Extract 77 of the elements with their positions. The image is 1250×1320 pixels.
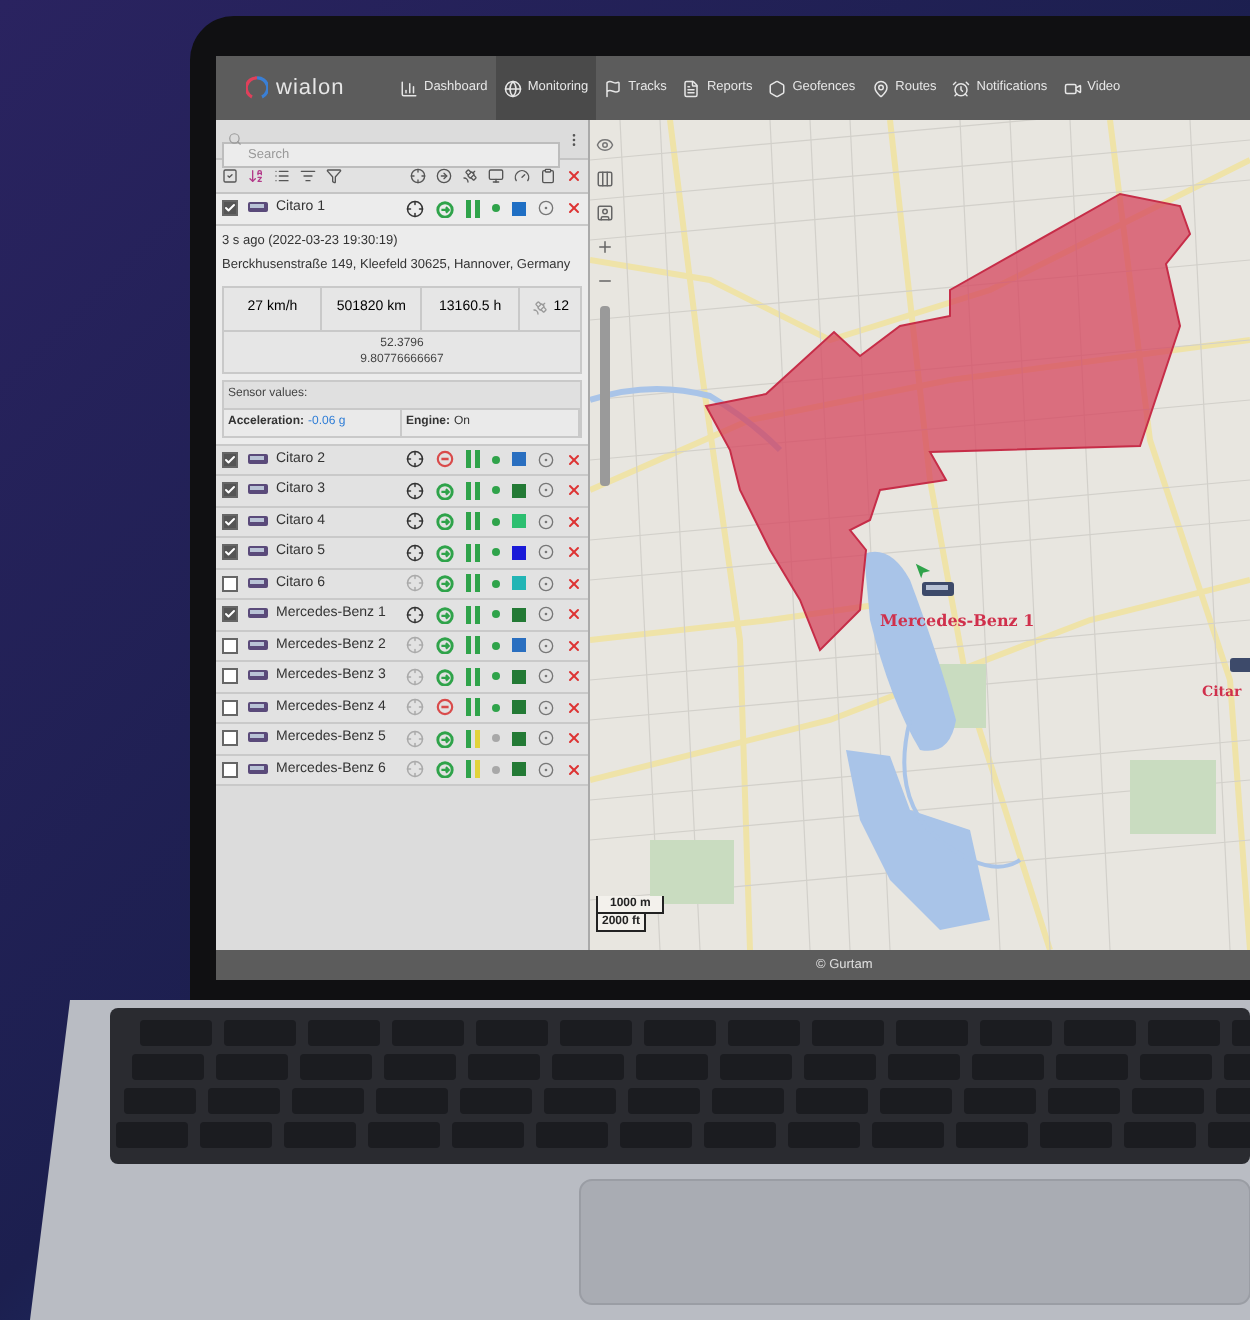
unit-color-swatch[interactable]	[512, 514, 526, 529]
logo-text: wialon	[276, 73, 345, 104]
locate-icon[interactable]	[406, 199, 424, 218]
pin-icon	[871, 79, 890, 97]
unit-color-swatch[interactable]	[512, 638, 526, 653]
unit-color-swatch[interactable]	[512, 669, 526, 684]
checkbox[interactable]	[222, 668, 238, 685]
checkbox[interactable]	[222, 451, 238, 468]
delete-icon[interactable]	[566, 575, 582, 592]
filter-icon[interactable]	[326, 168, 342, 184]
locate-icon[interactable]	[406, 512, 424, 531]
alarm-clock-icon	[952, 79, 971, 97]
unit-color-swatch[interactable]	[512, 607, 526, 622]
zoom-in-icon[interactable]	[596, 238, 614, 256]
unit-color-swatch[interactable]	[512, 483, 526, 498]
delete-icon[interactable]	[566, 699, 582, 716]
checkbox[interactable]	[222, 200, 238, 217]
checkbox[interactable]	[222, 544, 238, 561]
delete-icon[interactable]	[566, 761, 582, 778]
unit-color-swatch[interactable]	[512, 731, 526, 746]
hexagon-icon	[768, 79, 787, 97]
unit-color-swatch[interactable]	[512, 452, 526, 467]
select-all-icon[interactable]	[222, 168, 238, 184]
list-icon[interactable]	[274, 168, 290, 184]
delete-icon[interactable]	[566, 168, 582, 184]
satellite-icon	[531, 300, 548, 317]
delete-icon[interactable]	[566, 200, 582, 217]
checkbox[interactable]	[222, 761, 238, 778]
search-icon	[228, 132, 242, 146]
delete-icon[interactable]	[566, 513, 582, 530]
visibility-icon[interactable]	[596, 136, 614, 154]
chart-icon	[400, 79, 418, 97]
locate-icon[interactable]	[406, 481, 424, 500]
bus-icon	[248, 202, 268, 215]
flag-icon	[604, 79, 623, 97]
unit-map-label[interactable]: Mercedes-Benz 1	[880, 608, 1035, 632]
logo-icon	[246, 76, 268, 100]
video-camera-icon	[1063, 79, 1082, 97]
unit-color-swatch[interactable]	[512, 762, 526, 777]
bus-icon[interactable]	[1230, 656, 1250, 674]
checkbox[interactable]	[222, 575, 238, 592]
globe-icon	[503, 79, 522, 97]
filter-icon[interactable]	[300, 168, 316, 184]
checkbox[interactable]	[222, 513, 238, 530]
motion-icon[interactable]	[436, 168, 452, 184]
satellite-icon[interactable]	[462, 168, 478, 184]
checkbox[interactable]	[222, 482, 238, 499]
layers-icon[interactable]	[596, 170, 614, 188]
delete-icon[interactable]	[566, 668, 582, 685]
sort-icon[interactable]	[248, 168, 264, 184]
locate-icon[interactable]	[406, 543, 424, 562]
gauge-icon[interactable]	[514, 168, 530, 184]
bus-icon[interactable]	[922, 580, 954, 598]
zoom-slider-track[interactable]	[600, 306, 610, 486]
unit-color-swatch[interactable]	[512, 201, 526, 216]
delete-icon[interactable]	[566, 730, 582, 747]
locate-icon[interactable]	[410, 168, 426, 184]
checkbox[interactable]	[222, 730, 238, 747]
clipboard-icon[interactable]	[540, 168, 556, 184]
locate-icon[interactable]	[406, 450, 424, 469]
delete-icon[interactable]	[566, 606, 582, 623]
delete-icon[interactable]	[566, 544, 582, 561]
monitor-icon[interactable]	[488, 168, 504, 184]
delete-icon[interactable]	[566, 451, 582, 468]
direction-arrow-icon	[914, 562, 932, 580]
unit-color-swatch[interactable]	[512, 545, 526, 560]
checkbox[interactable]	[222, 637, 238, 654]
unit-color-swatch[interactable]	[512, 700, 526, 715]
unit-color-swatch[interactable]	[512, 576, 526, 591]
person-icon[interactable]	[596, 204, 614, 222]
target-icon[interactable]	[538, 200, 554, 217]
checkbox[interactable]	[222, 606, 238, 623]
document-icon	[682, 79, 701, 97]
locate-icon[interactable]	[406, 605, 424, 624]
delete-icon[interactable]	[566, 482, 582, 499]
checkbox[interactable]	[222, 699, 238, 716]
delete-icon[interactable]	[566, 637, 582, 654]
